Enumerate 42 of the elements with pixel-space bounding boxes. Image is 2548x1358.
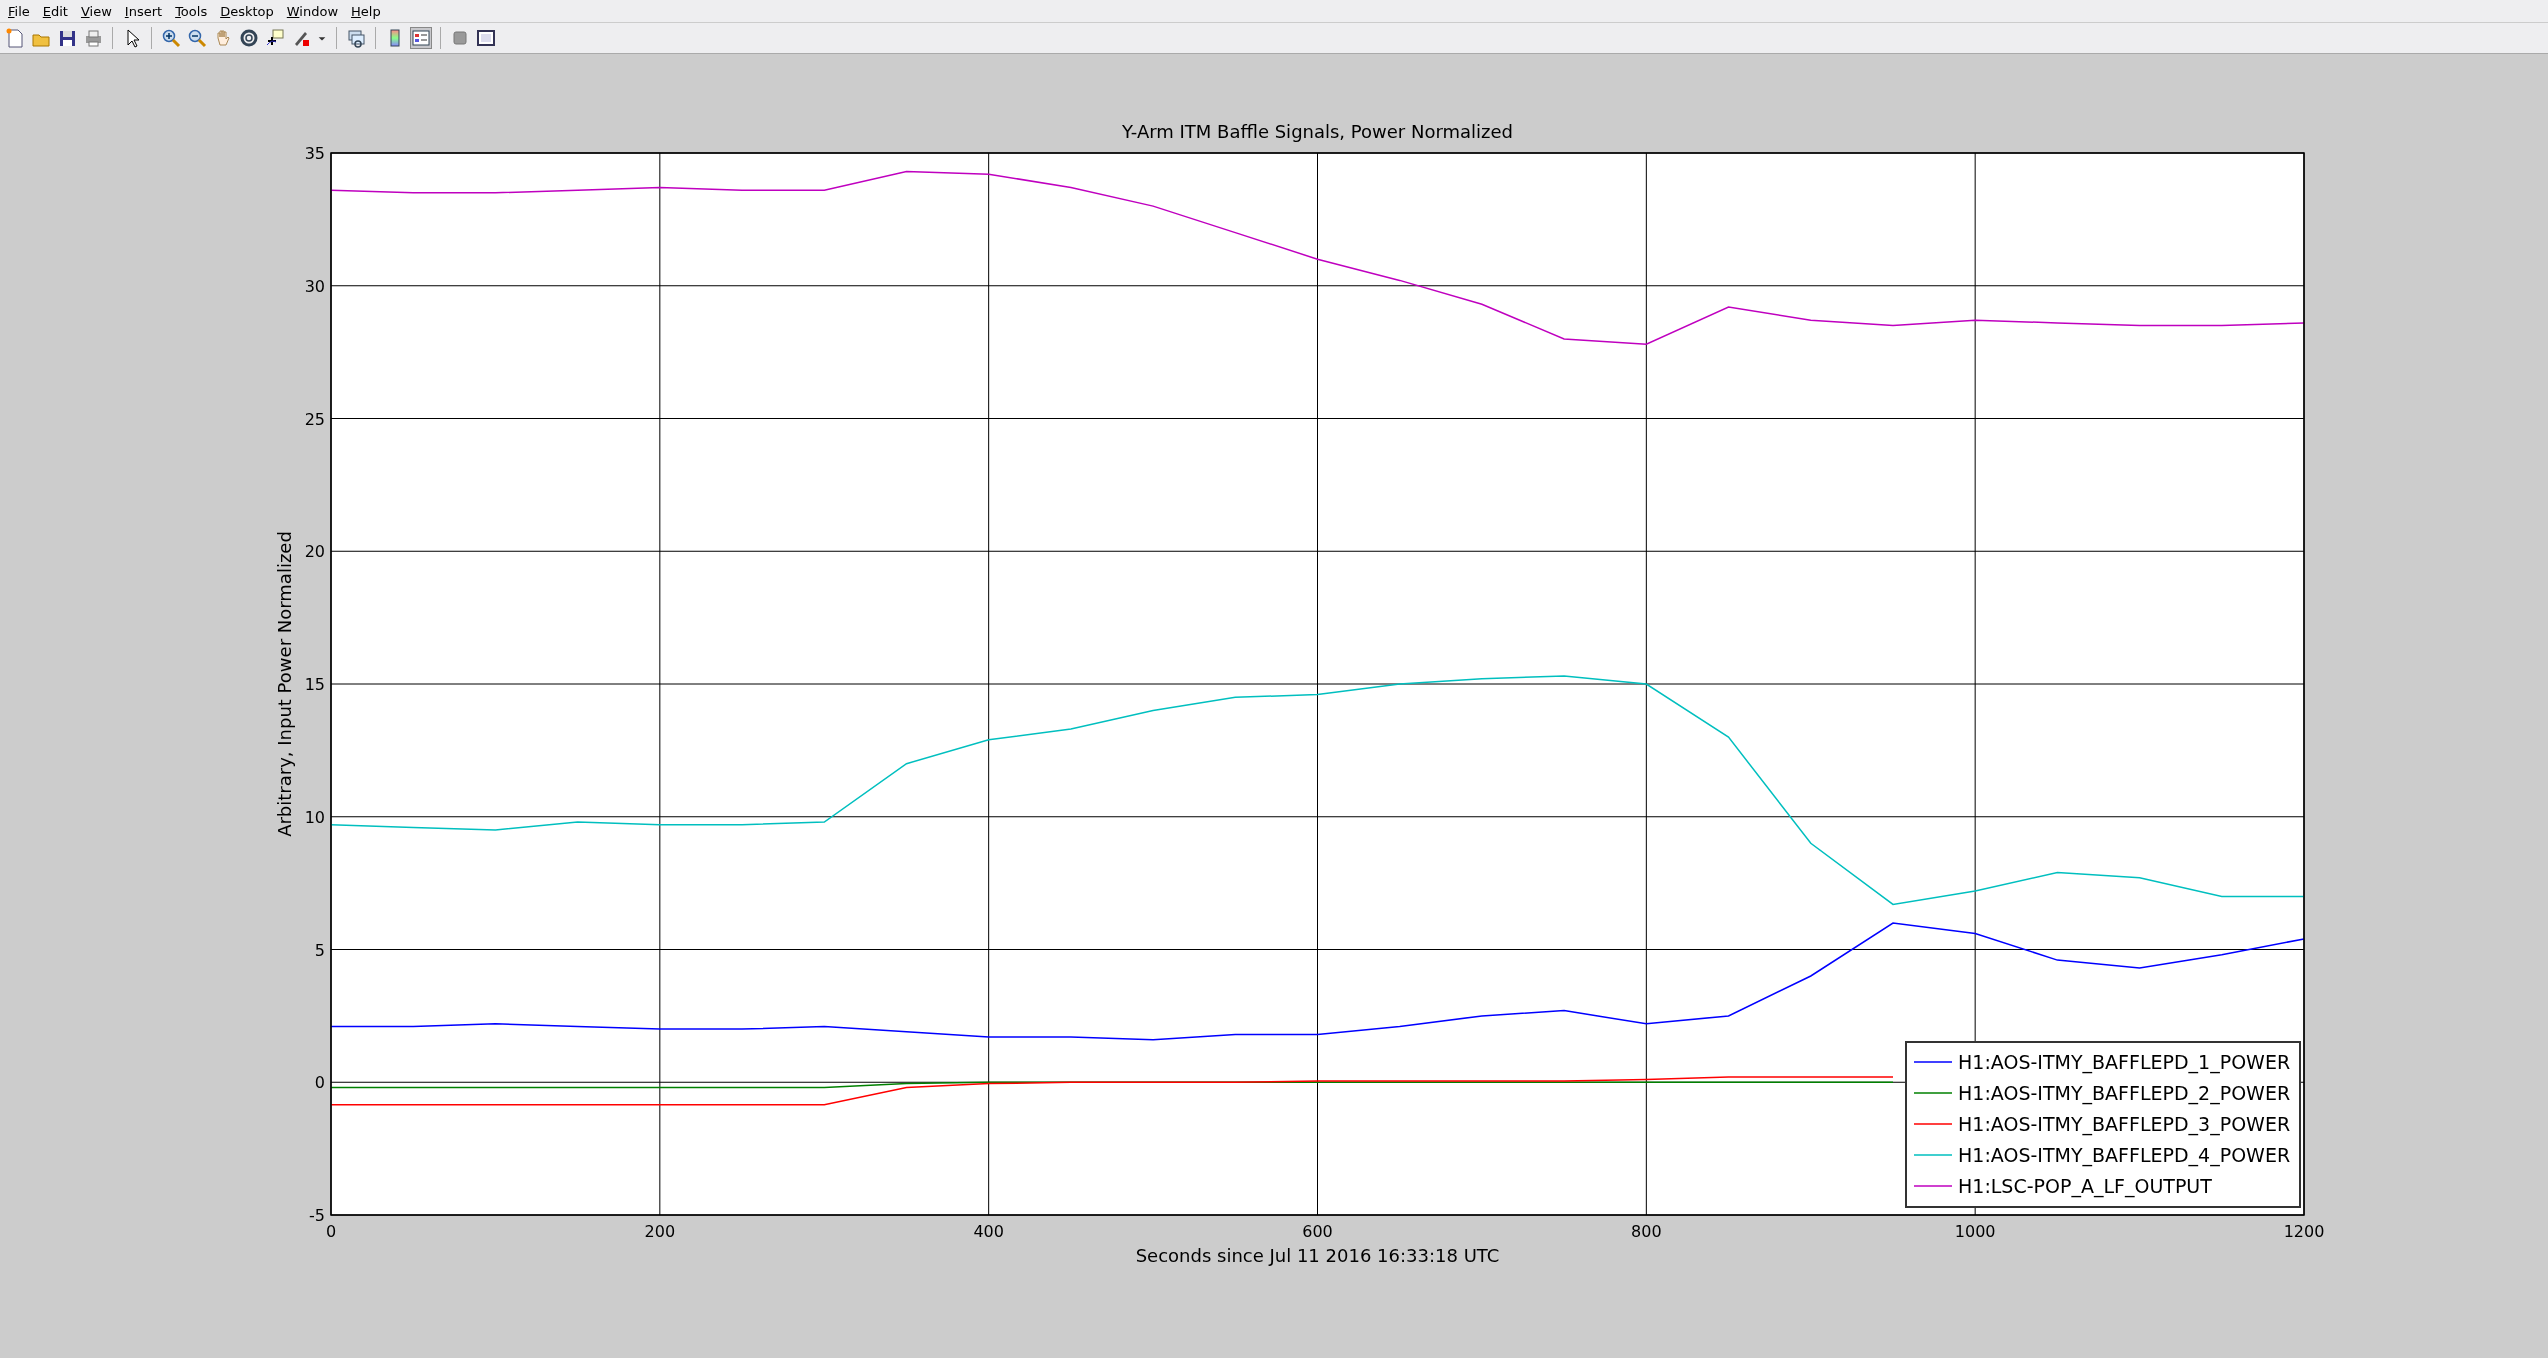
x-tick-label: 1200	[2283, 1222, 2325, 1241]
zoom-in-icon[interactable]	[160, 27, 182, 49]
x-tick-label: 0	[325, 1222, 337, 1241]
legend-line	[1913, 1123, 1953, 1125]
y-tick-label: 25	[304, 409, 325, 429]
y-tick-label: 0	[314, 1073, 325, 1093]
menu-item[interactable]: Desktop	[216, 3, 283, 19]
menu-item[interactable]: File	[4, 3, 39, 19]
linked-windows-icon[interactable]	[345, 27, 367, 49]
y-tick-label: 20	[304, 542, 325, 562]
menu-item[interactable]: Insert	[120, 3, 172, 19]
y-tick-label: 5	[314, 940, 325, 960]
menu-item[interactable]: Window	[282, 3, 348, 19]
y-tick-label: -5	[309, 1206, 325, 1225]
legend-line	[1913, 1092, 1953, 1094]
legend-label: H1:AOS-ITMY_BAFFLEPD_4_POWER	[1958, 1144, 2291, 1166]
y-tick-label: 35	[304, 144, 325, 163]
x-tick-label: 800	[1631, 1222, 1662, 1241]
legend-line	[1913, 1185, 1953, 1187]
zoom-out-icon[interactable]	[186, 27, 208, 49]
x-tick-label: 400	[973, 1222, 1004, 1241]
y-axis-label: Arbitrary, Input Power Normalized	[274, 531, 295, 837]
chart-title: Y-Arm ITM Baffle Signals, Power Normalized	[1121, 121, 1514, 142]
legend-label: H1:LSC-POP_A_LF_OUTPUT	[1958, 1175, 2212, 1197]
window-frame-icon[interactable]	[475, 27, 497, 49]
y-tick-label: 30	[304, 276, 325, 296]
menu-item[interactable]: Tools	[171, 3, 217, 19]
menu-item[interactable]: Edit	[38, 3, 77, 19]
legend-line	[1913, 1154, 1953, 1156]
menu-item[interactable]: Help	[347, 3, 390, 19]
x-tick-label: 1000	[1954, 1222, 1996, 1241]
legend-label: H1:AOS-ITMY_BAFFLEPD_1_POWER	[1958, 1051, 2291, 1073]
menu-item[interactable]: View	[76, 3, 121, 19]
legend-label: H1:AOS-ITMY_BAFFLEPD_2_POWER	[1958, 1082, 2291, 1104]
x-axis-label: Seconds since Jul 11 2016 16:33:18 UTC	[1135, 1245, 1500, 1266]
legend-line	[1913, 1061, 1953, 1063]
legend-icon[interactable]	[410, 27, 432, 49]
x-tick-label: 200	[644, 1222, 676, 1241]
x-tick-label: 600	[1302, 1222, 1333, 1241]
y-tick-label: 10	[304, 807, 325, 827]
y-tick-label: 15	[304, 675, 325, 694]
legend-label: H1:AOS-ITMY_BAFFLEPD_3_POWER	[1958, 1113, 2291, 1135]
